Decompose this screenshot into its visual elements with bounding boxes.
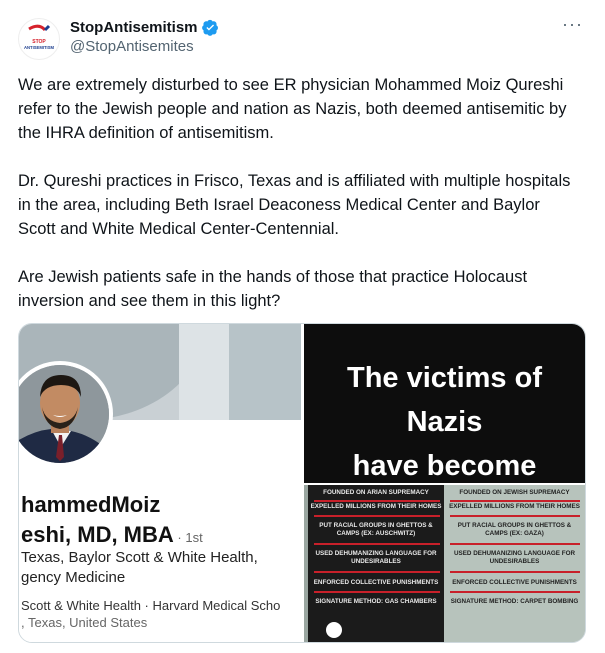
connection-degree: · 1st bbox=[173, 530, 203, 545]
comparison-right-text: EXPELLED MILLIONS FROM THEIR HOMES bbox=[449, 503, 580, 510]
profile-credentials-text: eshi, MD, MBA bbox=[21, 522, 174, 547]
red-divider bbox=[450, 500, 580, 502]
poster-headline-line3: have become bbox=[352, 450, 537, 482]
more-options-icon[interactable]: ··· bbox=[562, 14, 583, 35]
svg-text:ANTISEMITISM: ANTISEMITISM bbox=[24, 45, 55, 50]
name-row: StopAntisemitism bbox=[70, 17, 219, 37]
profile-headline-line1: Texas, Baylor Scott & White Health, bbox=[21, 549, 258, 566]
red-divider bbox=[314, 515, 440, 517]
profile-name: hammedMoiz bbox=[21, 492, 161, 517]
poster-comparison-image[interactable]: FOUNDED ON ARIAN SUPREMACY FOUNDED ON JE… bbox=[304, 485, 585, 642]
poster-headline-line2: Nazis bbox=[406, 406, 483, 438]
poster-logo-icon bbox=[326, 622, 342, 638]
comparison-right-text: SIGNATURE METHOD: CARPET BOMBING bbox=[450, 598, 579, 605]
profile-location: , Texas, United States bbox=[21, 615, 148, 630]
comparison-left-text: FOUNDED ON ARIAN SUPREMACY bbox=[323, 489, 429, 496]
stop-antisemitism-logo-icon: STOP ANTISEMITISM bbox=[24, 24, 55, 50]
tweet-text: We are extremely disturbed to see ER phy… bbox=[18, 76, 571, 310]
linkedin-profile-screenshot[interactable]: hammedMoiz eshi, MD, MBA · 1st Texas, Ba… bbox=[19, 324, 301, 642]
red-divider bbox=[314, 591, 440, 593]
poster-headline-image[interactable]: The victims of Nazis have become bbox=[304, 324, 585, 483]
comparison-left-text: EXPELLED MILLIONS FROM THEIR HOMES bbox=[310, 503, 442, 510]
display-name[interactable]: StopAntisemitism bbox=[70, 19, 198, 36]
comparison-right-text: FOUNDED ON JEWISH SUPREMACY bbox=[459, 489, 570, 496]
account-avatar[interactable]: STOP ANTISEMITISM bbox=[18, 18, 60, 60]
red-divider bbox=[450, 543, 580, 545]
comparison-right-text: USED DEHUMANIZING LANGUAGE FOR UNDESIRAB… bbox=[453, 550, 576, 565]
poster-headline-line1: The victims of bbox=[347, 362, 542, 394]
comparison-left-text: USED DEHUMANIZING LANGUAGE FOR UNDESIRAB… bbox=[315, 550, 437, 565]
red-divider bbox=[450, 591, 580, 593]
red-divider bbox=[450, 571, 580, 573]
tweet-header: STOP ANTISEMITISM StopAntisemitism @Stop… bbox=[0, 0, 605, 70]
profile-headline-line2: gency Medicine bbox=[21, 569, 126, 586]
verified-badge-icon bbox=[201, 19, 218, 36]
red-divider bbox=[314, 543, 440, 545]
comparison-right-text: PUT RACIAL GROUPS IN GHETTOS & CAMPS (EX… bbox=[457, 522, 572, 537]
profile-affiliations: Scott & White Health · Harvard Medical S… bbox=[21, 598, 281, 613]
comparison-right-text: ENFORCED COLLECTIVE PUNISHMENTS bbox=[452, 579, 577, 586]
profile-credentials: eshi, MD, MBA · 1st bbox=[21, 522, 203, 548]
person-portrait-icon bbox=[19, 365, 109, 463]
comparison-left-text: PUT RACIAL GROUPS IN GHETTOS & CAMPS (EX… bbox=[319, 522, 433, 537]
red-divider bbox=[314, 571, 440, 573]
account-handle[interactable]: @StopAntisemites bbox=[70, 38, 194, 55]
poster-headline: The victims of Nazis have become bbox=[304, 356, 585, 488]
comparison-left-text: SIGNATURE METHOD: GAS CHAMBERS bbox=[315, 598, 437, 605]
red-divider bbox=[314, 500, 440, 502]
red-divider bbox=[450, 515, 580, 517]
tweet-media[interactable]: hammedMoiz eshi, MD, MBA · 1st Texas, Ba… bbox=[18, 323, 586, 643]
comparison-left-text: ENFORCED COLLECTIVE PUNISHMENTS bbox=[313, 579, 439, 586]
